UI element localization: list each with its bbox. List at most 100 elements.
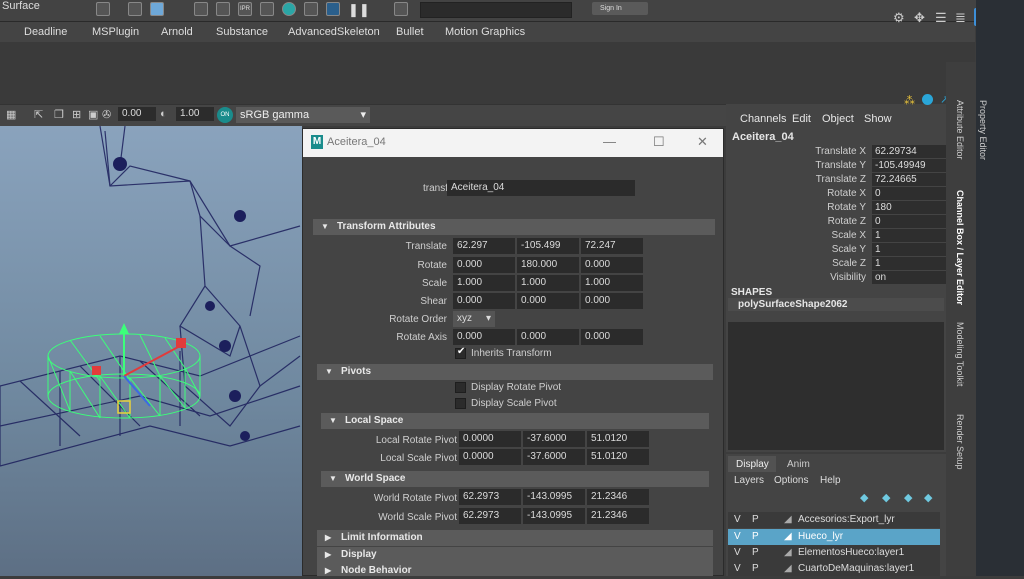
display-section[interactable]: ▶ Display	[317, 547, 713, 563]
shear-x-field[interactable]: 0.000	[453, 293, 515, 309]
translate-y-field[interactable]: -105.499	[517, 238, 579, 254]
render-frame-icon[interactable]	[216, 2, 230, 16]
shelf-tab-advancedskeleton[interactable]: AdvancedSkeleton	[288, 26, 380, 38]
viewport-3d[interactable]	[0, 125, 302, 576]
shear-z-field[interactable]: 0.000	[581, 293, 643, 309]
channel-value-field[interactable]: 180	[872, 201, 946, 214]
layer-color-icon[interactable]: ◢	[784, 545, 792, 561]
edit-menu[interactable]: Edit	[792, 113, 811, 125]
new-layer-selected-icon[interactable]: ◆	[924, 491, 932, 504]
layer-visibility-toggle[interactable]: V	[734, 561, 741, 577]
shelf-tab-bullet[interactable]: Bullet	[396, 26, 424, 38]
inherits-transform-checkbox[interactable]	[455, 346, 466, 359]
pivots-section[interactable]: ▼ Pivots	[317, 364, 713, 380]
local-rotate-pivot-y-field[interactable]: -37.6000	[523, 431, 585, 447]
view-transform-dropdown[interactable]: sRGB gamma ▾	[236, 107, 370, 123]
translate-x-field[interactable]: 62.297	[453, 238, 515, 254]
shelf-tab-arnold[interactable]: Arnold	[161, 26, 193, 38]
ipr-render-icon[interactable]: IPR	[238, 2, 252, 16]
menu-set-selector[interactable]: Surface	[0, 0, 40, 12]
layer-row[interactable]: V P ◢ Accesorios:Export_lyr	[728, 512, 940, 528]
channel-value-field[interactable]: 0	[872, 187, 946, 200]
minimize-button[interactable]: —	[603, 134, 616, 149]
exposure-icon[interactable]: ✇	[102, 108, 111, 121]
layer-color-icon[interactable]: ◢	[784, 529, 792, 545]
tab-modeling-toolkit[interactable]: Modeling Toolkit	[955, 322, 965, 386]
limit-information-section[interactable]: ▶ Limit Information	[317, 530, 713, 546]
rotate-axis-x-field[interactable]: 0.000	[453, 329, 515, 345]
transform-name-field[interactable]: Aceitera_04	[447, 180, 635, 196]
world-scale-pivot-x-field[interactable]: 62.2973	[459, 508, 521, 524]
bookmark-icon[interactable]: ❐	[54, 108, 64, 121]
world-scale-pivot-z-field[interactable]: 21.2346	[587, 508, 649, 524]
world-rotate-pivot-y-field[interactable]: -143.0995	[523, 489, 585, 505]
outliner-icon[interactable]: ☰	[935, 10, 947, 26]
channel-value-field[interactable]: 62.29734	[872, 145, 946, 158]
local-space-section[interactable]: ▼ Local Space	[321, 413, 709, 429]
layer-playback-toggle[interactable]: P	[752, 512, 759, 528]
display-rotate-pivot-checkbox[interactable]	[455, 382, 466, 393]
render-icon[interactable]	[194, 2, 208, 16]
layer-row[interactable]: V P ◢ Hueco_lyr	[728, 529, 940, 545]
layer-color-icon[interactable]: ◢	[784, 512, 792, 528]
layer-playback-toggle[interactable]: P	[752, 545, 759, 561]
film-gate-icon[interactable]: ▣	[88, 108, 98, 121]
layer-visibility-toggle[interactable]: V	[734, 512, 741, 528]
tab-render-setup[interactable]: Render Setup	[955, 414, 965, 470]
world-scale-pivot-y-field[interactable]: -143.0995	[523, 508, 585, 524]
sign-in-button[interactable]: Sign In	[592, 2, 648, 15]
channel-value-field[interactable]: on	[872, 271, 946, 284]
translate-z-field[interactable]: 72.247	[581, 238, 643, 254]
channel-value-field[interactable]: 1	[872, 257, 946, 270]
channel-value-field[interactable]: 0	[872, 215, 946, 228]
move-layer-up-icon[interactable]: ◆	[860, 491, 868, 504]
shelf-tab-substance[interactable]: Substance	[216, 26, 268, 38]
exposure-field[interactable]: 0.00	[118, 107, 156, 121]
render-view-icon[interactable]	[304, 2, 318, 16]
local-rotate-pivot-x-field[interactable]: 0.0000	[459, 431, 521, 447]
transform-attributes-section[interactable]: ▼ Transform Attributes	[313, 219, 715, 235]
options-menu[interactable]: Options	[774, 475, 808, 486]
help-menu[interactable]: Help	[820, 475, 841, 486]
channel-value-field[interactable]: 1	[872, 229, 946, 242]
world-rotate-pivot-x-field[interactable]: 62.2973	[459, 489, 521, 505]
arnold-icon[interactable]	[326, 2, 340, 16]
maximize-button[interactable]: ☐	[653, 134, 665, 150]
rotate-order-dropdown[interactable]: xyz ▾	[453, 311, 495, 327]
save-scene-icon[interactable]	[150, 2, 164, 16]
shelf-tab-motion-graphics[interactable]: Motion Graphics	[445, 26, 525, 38]
tab-property-editor[interactable]: Property Editor	[978, 100, 988, 160]
channel-value-field[interactable]: -105.49949	[872, 159, 946, 172]
select-camera-icon[interactable]: ⇱	[34, 108, 43, 121]
layer-visibility-toggle[interactable]: V	[734, 545, 741, 561]
attribute-editor-window[interactable]: M Aceitera_04 — ☐ ✕ transform: Aceitera_…	[302, 128, 724, 576]
rotate-axis-z-field[interactable]: 0.000	[581, 329, 643, 345]
channels-menu[interactable]: Channels	[740, 113, 786, 125]
shear-y-field[interactable]: 0.000	[517, 293, 579, 309]
rotate-x-field[interactable]: 0.000	[453, 257, 515, 273]
tab-channel-box-layer-editor[interactable]: Channel Box / Layer Editor	[955, 190, 965, 305]
shelf-tab-msplugin[interactable]: MSPlugin	[92, 26, 139, 38]
local-rotate-pivot-z-field[interactable]: 51.0120	[587, 431, 649, 447]
scale-y-field[interactable]: 1.000	[517, 275, 579, 291]
tab-attribute-editor[interactable]: Attribute Editor	[955, 100, 965, 160]
new-scene-icon[interactable]	[96, 2, 110, 16]
move-tool-icon[interactable]: ✥	[914, 10, 925, 26]
layer-color-icon[interactable]: ◢	[784, 561, 792, 577]
render-settings-icon[interactable]	[260, 2, 274, 16]
layers-menu[interactable]: Layers	[734, 475, 764, 486]
display-scale-pivot-checkbox[interactable]	[455, 398, 466, 409]
layer-row[interactable]: V P ◢ CuartoDeMaquinas:layer1	[728, 561, 940, 576]
tab-anim[interactable]: Anim	[787, 459, 810, 470]
rotate-axis-y-field[interactable]: 0.000	[517, 329, 579, 345]
gamma-field[interactable]: 1.00	[176, 107, 214, 121]
rotate-y-field[interactable]: 180.000	[517, 257, 579, 273]
pause-icon[interactable]: ❚❚	[348, 2, 370, 18]
world-rotate-pivot-z-field[interactable]: 21.2346	[587, 489, 649, 505]
local-scale-pivot-x-field[interactable]: 0.0000	[459, 449, 521, 465]
lock-camera-icon[interactable]: ⊞	[72, 108, 81, 121]
object-menu[interactable]: Object	[822, 113, 854, 125]
node-behavior-section[interactable]: ▶ Node Behavior	[317, 563, 713, 576]
layer-visibility-toggle[interactable]: V	[734, 529, 741, 545]
move-layer-down-icon[interactable]: ◆	[882, 491, 890, 504]
